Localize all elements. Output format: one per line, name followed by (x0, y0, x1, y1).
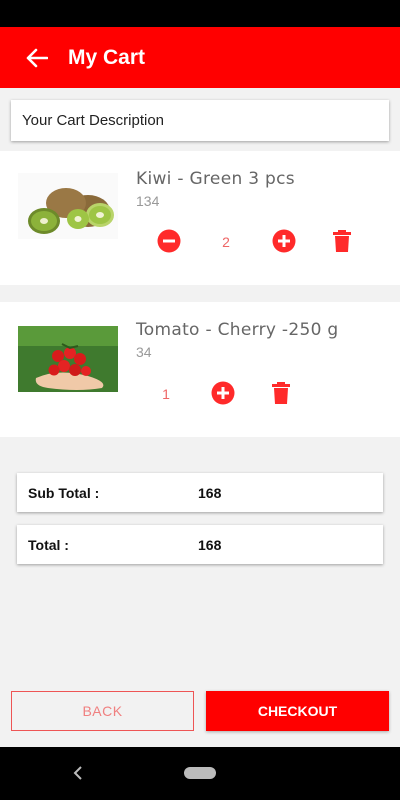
item-price: 34 (136, 344, 152, 360)
total-label: Total : (28, 536, 69, 553)
trash-icon[interactable] (329, 228, 355, 254)
minus-circle-icon[interactable] (156, 228, 182, 254)
page-title: My Cart (68, 45, 146, 69)
plus-circle-icon[interactable] (210, 380, 236, 406)
total-row: Total : 168 (17, 525, 383, 564)
cart-description: Your Cart Description (11, 100, 389, 141)
cart-item: Tomato - Cherry -250 g 34 1 (0, 302, 400, 437)
kiwi-image (18, 173, 118, 239)
item-price: 134 (136, 193, 160, 209)
quantity-value: 2 (222, 234, 230, 250)
subtotal-label: Sub Total : (28, 484, 100, 501)
item-name: Tomato - Cherry -250 g (136, 320, 339, 340)
nav-back-icon[interactable] (68, 761, 88, 785)
quantity-value: 1 (162, 386, 170, 402)
subtotal-value: 168 (198, 484, 222, 501)
back-button[interactable]: BACK (11, 691, 194, 731)
tomato-image (18, 326, 118, 392)
plus-circle-icon[interactable] (271, 228, 297, 254)
cart-item: Kiwi - Green 3 pcs 134 2 (0, 151, 400, 285)
checkout-button[interactable]: CHECKOUT (206, 691, 389, 731)
total-value: 168 (198, 536, 222, 553)
status-bar (0, 0, 400, 27)
subtotal-row: Sub Total : 168 (17, 473, 383, 512)
item-name: Kiwi - Green 3 pcs (136, 169, 295, 189)
nav-home-icon[interactable] (184, 767, 216, 779)
app-bar: My Cart (0, 27, 400, 88)
trash-icon[interactable] (268, 380, 294, 406)
system-nav-bar (0, 747, 400, 800)
back-arrow-icon[interactable] (12, 27, 62, 88)
